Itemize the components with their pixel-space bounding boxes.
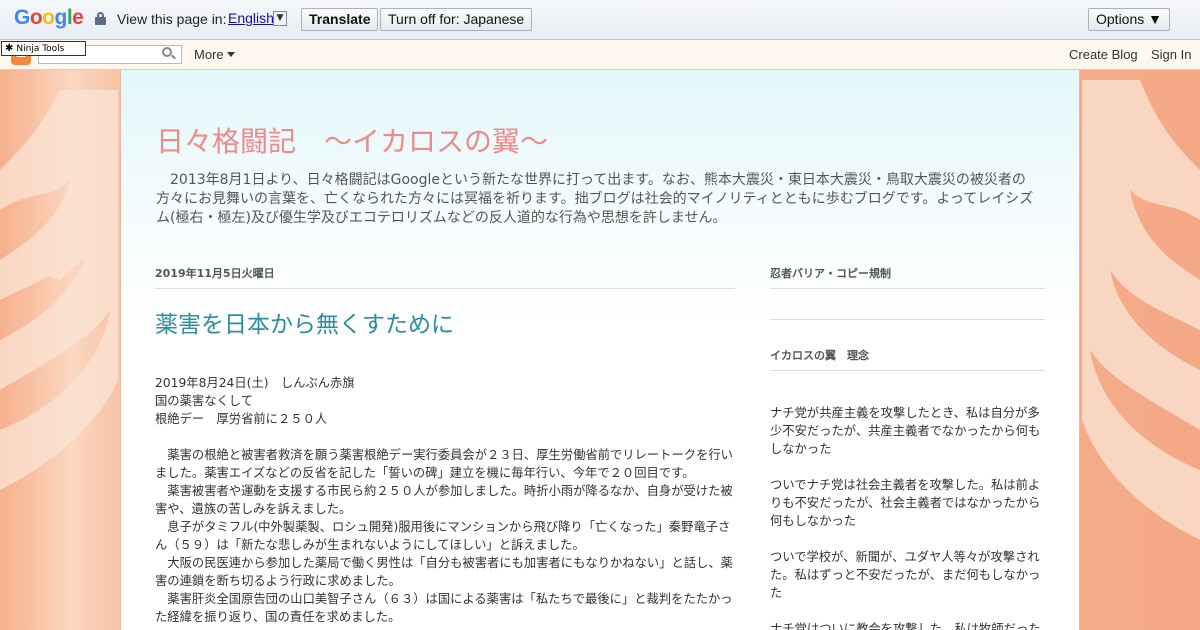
create-blog-link[interactable]: Create Blog [1069, 47, 1138, 62]
phoenix-decoration-right-icon [1082, 80, 1200, 540]
post-date: 2019年11月5日火曜日 [155, 267, 275, 280]
post-paragraph: 薬害の根絶と被害者救済を願う薬害根絶デー実行委員会が２３日、厚生労働省前でリレー… [155, 448, 733, 480]
post-paragraph: 薬害肝炎全国原告団の山口美智子さん（６３）は国による薬害は「私たちで最後に」と裁… [155, 592, 733, 624]
google-translate-bar: Google View this page in: English ▼ Tran… [0, 0, 1200, 40]
google-logo: Google [14, 6, 84, 30]
lock-icon [95, 12, 106, 26]
search-icon[interactable] [162, 47, 176, 61]
ninja-tools-label: Ninja Tools [16, 44, 65, 54]
sidebar-widget-title-icarus: イカロスの翼 理念 [770, 349, 869, 362]
google-logo-letter: o [42, 6, 55, 29]
chevron-down-icon[interactable] [227, 52, 235, 57]
divider [770, 370, 1045, 371]
post-body: 2019年8月24日(土) しんぶん赤旗 国の薬害なくして 根絶デー 厚労省前に… [155, 374, 737, 626]
divider [770, 319, 1045, 320]
divider [155, 288, 735, 289]
ninja-tools-badge[interactable]: ✱ Ninja Tools [1, 41, 86, 56]
phoenix-decoration-left-icon [0, 90, 118, 490]
google-logo-letter: g [54, 6, 68, 29]
sidebar-paragraph: ついで学校が、新聞が、ユダヤ人等々が攻撃された。私はずっと不安だったが、まだ何も… [770, 550, 1041, 600]
post-paragraph: 息子がタミフル(中外製薬製、ロシュ開発)服用後にマンションから飛び降り「亡くなっ… [155, 520, 731, 552]
language-select[interactable]: English [228, 10, 274, 26]
sidebar-widget-title-ninja-barrier: 忍者バリア・コピー規制 [770, 267, 891, 280]
google-logo-letter: G [14, 6, 30, 29]
options-button[interactable]: Options ▼ [1088, 8, 1170, 31]
chevron-down-icon[interactable]: ▼ [273, 11, 287, 26]
blog-title[interactable]: 日々格闘記 ～イカロスの翼～ [156, 120, 548, 160]
blogger-navbar: More Create Blog Sign In [0, 40, 1200, 70]
post-title[interactable]: 薬害を日本から無くすために [155, 305, 454, 339]
post-headline-line: 根絶デー 厚労省前に２５０人 [155, 412, 328, 426]
more-menu[interactable]: More [194, 47, 224, 62]
post-paragraph: 大阪の民医連から参加した薬局で働く男性は「自分も被害者にも加害者にもなりかねない… [155, 556, 733, 588]
blog-description: 2013年8月1日より、日々格闘記はGoogleという新たな世界に打って出ます。… [156, 172, 1034, 226]
sidebar-paragraph: ついでナチ党は社会主義者を攻撃した。私は前よりも不安だったが、社会主義者ではなか… [770, 478, 1041, 528]
post-source-line: 2019年8月24日(土) しんぶん赤旗 [155, 376, 355, 390]
sidebar-paragraph: ナチ党が共産主義を攻撃したとき、私は自分が多少不安だったが、共産主義者でなかった… [770, 406, 1041, 456]
translate-button[interactable]: Translate [301, 8, 379, 31]
ninja-star-icon: ✱ [5, 43, 14, 54]
post-headline-line: 国の薬害なくして [155, 394, 254, 408]
google-logo-letter: o [29, 6, 43, 29]
divider [770, 288, 1045, 289]
sign-in-link[interactable]: Sign In [1151, 47, 1191, 62]
google-logo-letter: e [72, 6, 84, 29]
sidebar-paragraph: ナチ党はついに教会を攻撃した。私は牧師だったから行動した――しかし、それは遅すぎ… [770, 622, 1041, 630]
turn-off-translation-button[interactable]: Turn off for: Japanese [380, 8, 533, 31]
post-paragraph: 薬害被害者や運動を支援する市民ら約２５０人が参加しました。時折小雨が降るなか、自… [155, 484, 733, 516]
translate-prompt: View this page in: [117, 11, 227, 27]
